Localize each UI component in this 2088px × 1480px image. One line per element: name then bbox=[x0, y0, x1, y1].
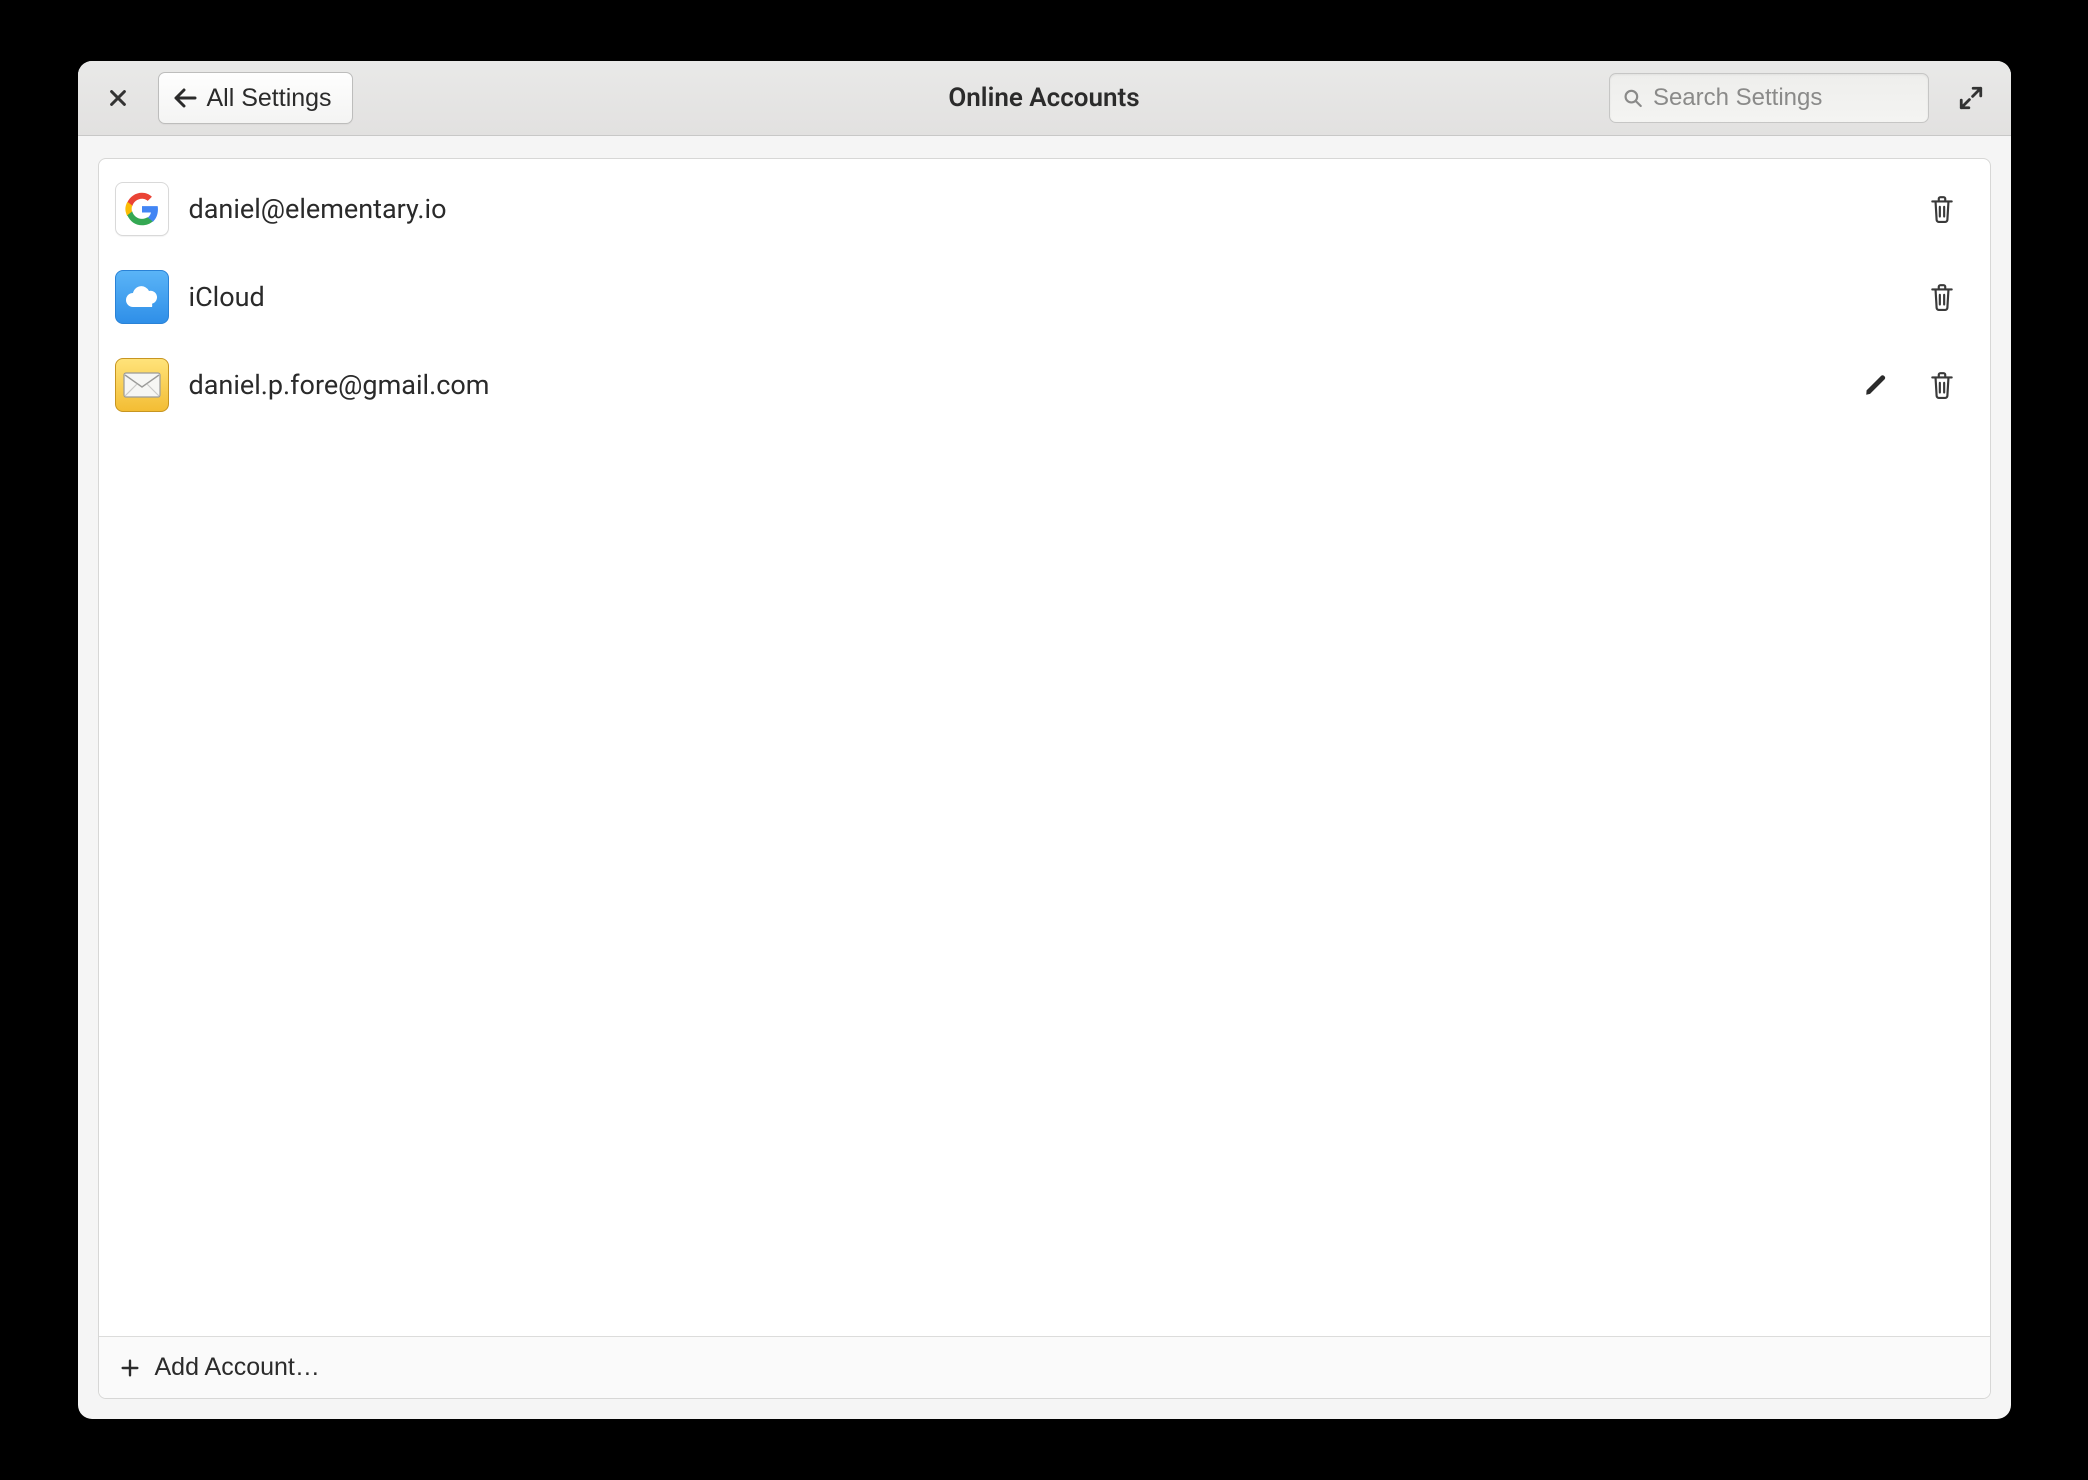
account-label: daniel@elementary.io bbox=[189, 193, 1902, 225]
add-account-label: Add Account… bbox=[155, 1353, 320, 1382]
account-label: iCloud bbox=[189, 281, 1902, 313]
all-settings-label: All Settings bbox=[207, 84, 332, 113]
trash-icon bbox=[1929, 283, 1955, 311]
accounts-list: daniel@elementary.io bbox=[99, 159, 1990, 1336]
add-account-button[interactable]: Add Account… bbox=[119, 1353, 320, 1382]
titlebar: All Settings Online Accounts bbox=[78, 61, 2011, 136]
search-icon bbox=[1622, 86, 1643, 110]
close-button[interactable] bbox=[96, 76, 140, 120]
delete-account-button[interactable] bbox=[1922, 277, 1962, 317]
account-row[interactable]: iCloud bbox=[99, 253, 1990, 341]
mail-icon bbox=[115, 358, 169, 412]
all-settings-button[interactable]: All Settings bbox=[158, 72, 353, 124]
icloud-icon bbox=[115, 270, 169, 324]
account-label: daniel.p.fore@gmail.com bbox=[189, 369, 1836, 401]
content-area: daniel@elementary.io bbox=[78, 136, 2011, 1419]
settings-window: All Settings Online Accounts bbox=[78, 61, 2011, 1419]
maximize-button[interactable] bbox=[1949, 76, 1993, 120]
trash-icon bbox=[1929, 195, 1955, 223]
list-footer: Add Account… bbox=[99, 1336, 1990, 1398]
account-row[interactable]: daniel.p.fore@gmail.com bbox=[99, 341, 1990, 429]
back-arrow-icon bbox=[173, 88, 197, 108]
search-input[interactable] bbox=[1653, 84, 1916, 112]
trash-icon bbox=[1929, 371, 1955, 399]
plus-icon bbox=[119, 1357, 141, 1379]
maximize-icon bbox=[1958, 85, 1984, 111]
edit-account-button[interactable] bbox=[1856, 365, 1896, 405]
google-icon bbox=[115, 182, 169, 236]
search-field-wrap[interactable] bbox=[1609, 73, 1929, 123]
account-row[interactable]: daniel@elementary.io bbox=[99, 165, 1990, 253]
delete-account-button[interactable] bbox=[1922, 365, 1962, 405]
pencil-icon bbox=[1863, 372, 1889, 398]
delete-account-button[interactable] bbox=[1922, 189, 1962, 229]
close-icon bbox=[107, 87, 129, 109]
accounts-panel: daniel@elementary.io bbox=[98, 158, 1991, 1399]
